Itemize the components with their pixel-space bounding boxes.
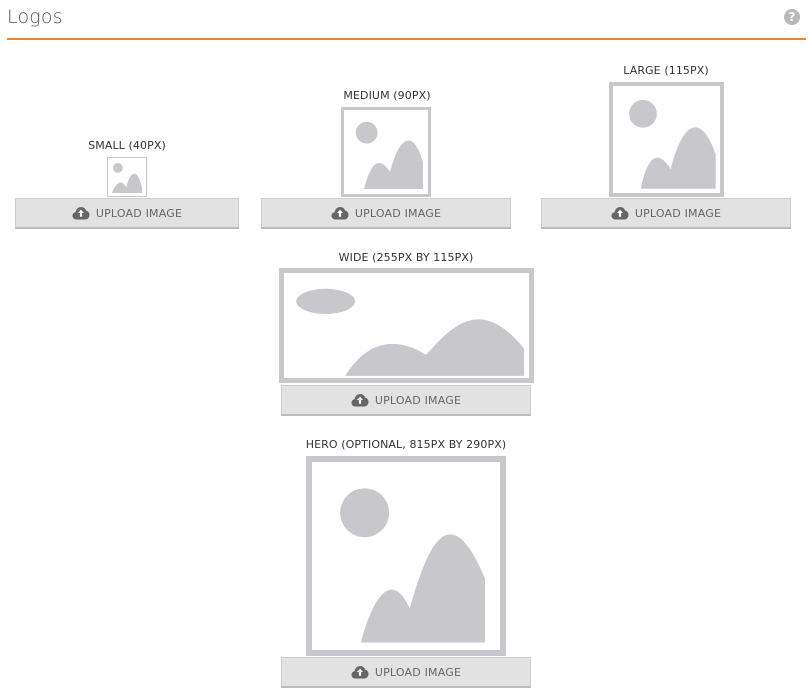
medium-logo-preview (341, 107, 431, 197)
image-placeholder-icon (355, 121, 423, 189)
medium-upload-button[interactable]: UPLOAD IMAGE (261, 198, 511, 229)
wide-upload-button[interactable]: UPLOAD IMAGE (281, 385, 531, 416)
hero-upload-label: UPLOAD IMAGE (374, 665, 462, 679)
image-placeholder-icon (629, 99, 716, 189)
large-logo-label: LARGE (115PX) (623, 64, 709, 77)
large-logo-preview (609, 82, 724, 197)
hero-upload-button[interactable]: UPLOAD IMAGE (281, 657, 531, 688)
large-upload-label: UPLOAD IMAGE (634, 206, 722, 220)
cloud-upload-icon (351, 394, 369, 407)
small-upload-button[interactable]: UPLOAD IMAGE (15, 198, 239, 229)
hero-logo-label: HERO (OPTIONAL, 815PX BY 290PX) (305, 438, 507, 451)
cloud-upload-icon (72, 207, 90, 220)
help-icon[interactable]: ? (784, 9, 800, 25)
wide-logo-label: WIDE (255PX BY 115PX) (338, 251, 474, 264)
large-upload-button[interactable]: UPLOAD IMAGE (541, 198, 791, 229)
section-header: Logos ? (7, 0, 806, 40)
image-placeholder-icon (296, 288, 525, 376)
small-logo-label: SMALL (40PX) (88, 139, 166, 152)
medium-upload-label: UPLOAD IMAGE (354, 206, 442, 220)
cloud-upload-icon (611, 207, 629, 220)
small-upload-label: UPLOAD IMAGE (95, 206, 183, 220)
image-placeholder-icon (340, 488, 485, 643)
wide-logo-preview (279, 268, 534, 383)
medium-logo-label: MEDIUM (90PX) (343, 89, 431, 102)
cloud-upload-icon (331, 207, 349, 220)
hero-logo-preview (306, 456, 506, 656)
wide-upload-label: UPLOAD IMAGE (374, 393, 462, 407)
page-title: Logos (7, 6, 63, 28)
cloud-upload-icon (351, 666, 369, 679)
small-logo-preview (107, 157, 147, 197)
image-placeholder-icon (111, 162, 143, 193)
